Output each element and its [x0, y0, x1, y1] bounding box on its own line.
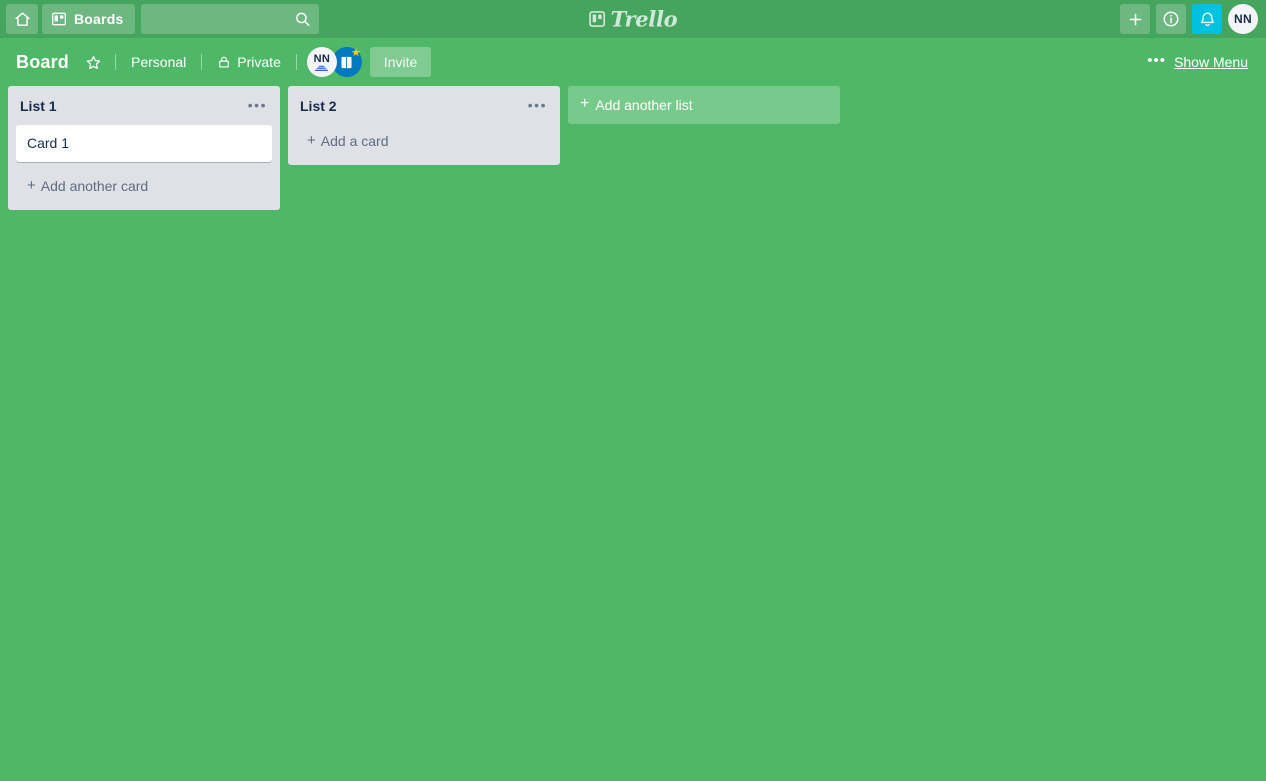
list-1: List 1 ••• Card 1 + Add another card: [8, 86, 280, 211]
top-navigation-bar: Boards Trello NN: [0, 0, 1266, 38]
list-1-add-card-button[interactable]: + Add another card: [16, 170, 272, 202]
wave-icon: [314, 65, 329, 72]
trello-logo-icon: [589, 11, 606, 28]
trello-logo: Trello: [589, 7, 678, 32]
list-1-add-card-label: Add another card: [40, 178, 149, 195]
card[interactable]: Card 1: [16, 125, 272, 163]
star-badge-icon: ★: [350, 47, 361, 59]
board-team-button[interactable]: Personal: [121, 48, 196, 76]
board-team-label: Personal: [131, 54, 187, 70]
add-list-button[interactable]: + Add another list: [568, 86, 840, 124]
trello-wordmark: Trello: [610, 6, 678, 32]
board-visibility-button[interactable]: Private: [207, 48, 291, 76]
list-2: List 2 ••• + Add a card: [288, 86, 560, 165]
search-box[interactable]: [141, 4, 320, 34]
user-avatar-initials: NN: [1234, 12, 1252, 26]
boards-grid-icon: [51, 11, 67, 27]
boards-button-label: Boards: [74, 11, 124, 27]
show-menu-button[interactable]: ••• Show Menu: [1143, 49, 1252, 75]
list-1-header: List 1 •••: [8, 86, 280, 125]
info-circle-icon: [1162, 10, 1180, 28]
list-2-add-card-button[interactable]: + Add a card: [296, 125, 552, 157]
star-board-button[interactable]: [77, 48, 110, 77]
boards-button[interactable]: Boards: [42, 4, 136, 34]
list-1-title[interactable]: List 1: [20, 98, 57, 115]
top-bar-actions: NN: [1120, 4, 1258, 34]
plus-icon: +: [307, 132, 316, 149]
board-canvas: List 1 ••• Card 1 + Add another card Lis…: [0, 86, 1266, 781]
plus-icon: +: [27, 177, 36, 195]
board-member-initials: NN: [313, 53, 331, 65]
list-1-menu-icon[interactable]: •••: [243, 94, 272, 116]
list-2-header: List 2 •••: [288, 86, 560, 125]
ellipsis-icon: •••: [1147, 51, 1167, 69]
add-list-label: Add another list: [595, 97, 693, 113]
board-visibility-label: Private: [237, 54, 281, 70]
notifications-button[interactable]: [1192, 4, 1222, 34]
add-button[interactable]: [1120, 4, 1150, 34]
invite-button[interactable]: Invite: [369, 47, 432, 77]
info-button[interactable]: [1156, 4, 1186, 34]
star-icon: [85, 54, 102, 71]
user-avatar[interactable]: NN: [1228, 4, 1258, 34]
board-member-avatar[interactable]: NN: [306, 47, 337, 77]
plus-icon: [1127, 11, 1144, 28]
board-title[interactable]: Board: [16, 47, 77, 78]
show-menu-label: Show Menu: [1174, 54, 1248, 70]
lock-icon: [217, 55, 231, 69]
search-icon[interactable]: [294, 11, 311, 28]
list-2-menu-icon[interactable]: •••: [523, 94, 552, 116]
plus-icon: +: [580, 95, 590, 112]
list-1-cards: Card 1: [8, 125, 280, 163]
bell-icon: [1199, 11, 1216, 28]
home-button[interactable]: [6, 4, 38, 34]
header-divider: [201, 54, 203, 70]
board-members: NN ★: [306, 47, 362, 77]
board-header: Board Personal Private NN ★ Invite ••• S…: [0, 38, 1266, 86]
header-divider: [115, 54, 117, 70]
list-2-title[interactable]: List 2: [300, 98, 337, 115]
header-divider: [295, 54, 297, 70]
card-title: Card 1: [27, 135, 70, 151]
home-icon: [14, 11, 31, 28]
search-input[interactable]: [141, 4, 320, 34]
list-2-add-card-label: Add a card: [320, 133, 389, 149]
